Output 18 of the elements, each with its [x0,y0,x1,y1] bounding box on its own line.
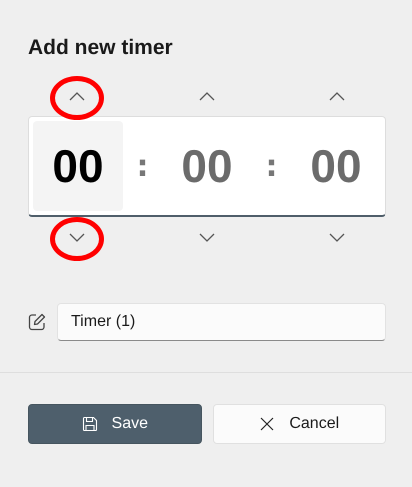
colon-separator: : [136,148,150,186]
colon-separator: : [264,148,278,186]
save-button[interactable]: Save [28,404,202,444]
chevron-up-icon [199,92,215,100]
chevron-down-icon [69,232,85,242]
cancel-button[interactable]: Cancel [212,404,386,444]
save-icon [82,416,98,432]
close-icon [259,416,276,432]
name-field[interactable]: Timer (1) [57,303,386,341]
edit-icon [28,313,46,331]
time-digits[interactable]: 00 [291,121,381,211]
time-digits[interactable]: 00 [162,121,252,211]
dialog-title: Add new timer [28,35,174,61]
time-digits[interactable]: 00 [33,121,123,211]
chevron-down-icon [329,232,345,242]
chevron-up-icon [69,92,85,100]
chevron-up-icon [329,92,345,100]
chevron-down-icon [199,232,215,242]
